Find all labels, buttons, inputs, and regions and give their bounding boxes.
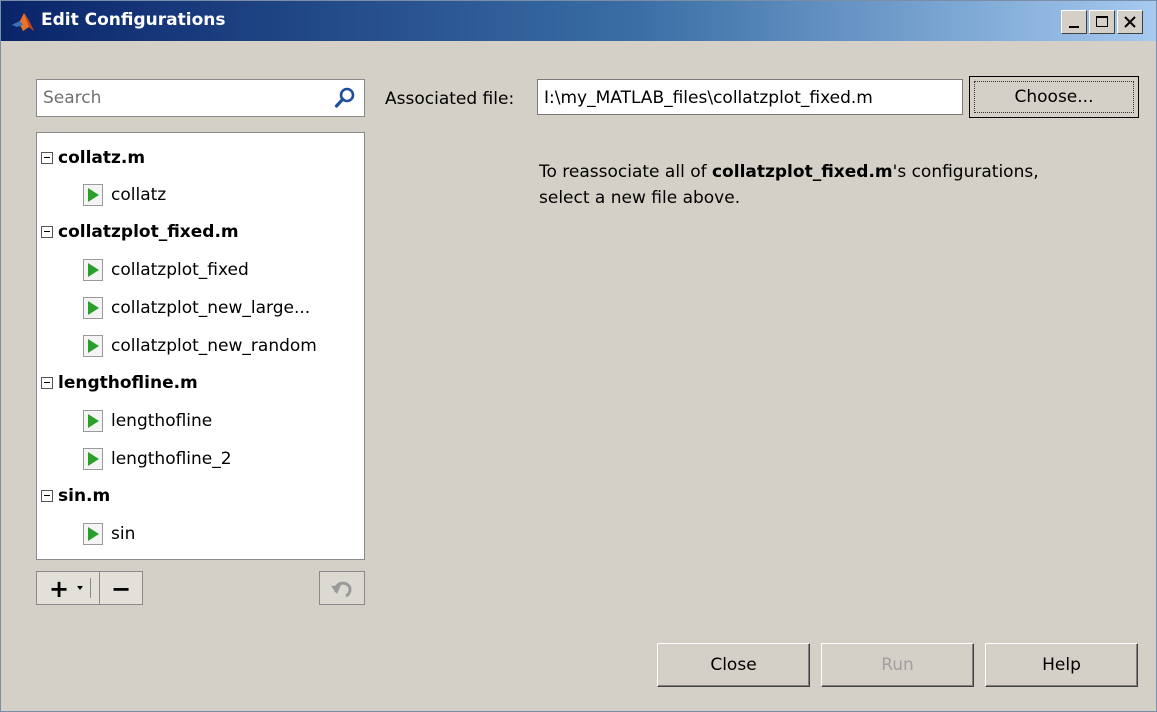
tree-item[interactable]: collatzplot_new_random [83, 330, 317, 362]
group-label: collatz.m [58, 148, 146, 168]
maximize-button[interactable] [1089, 10, 1115, 34]
title-bar[interactable]: Edit Configurations [1, 1, 1156, 41]
info-line2: select a new file above. [539, 188, 741, 208]
undo-button[interactable] [319, 571, 365, 605]
info-suffix: 's configurations, [892, 162, 1039, 182]
run-config-icon [83, 297, 103, 319]
run-config-icon [83, 184, 103, 206]
divider [90, 578, 91, 598]
run-config-icon [83, 410, 103, 432]
reassociate-info: To reassociate all of collatzplot_fixed.… [539, 159, 1129, 211]
item-label: sin [111, 524, 136, 544]
info-filename: collatzplot_fixed.m [711, 162, 893, 182]
dropdown-arrow-icon[interactable] [77, 586, 83, 590]
minus-icon: − [111, 575, 132, 603]
close-icon [1124, 16, 1136, 28]
run-config-icon [83, 523, 103, 545]
run-config-icon [83, 448, 103, 470]
add-configuration-button[interactable]: + [36, 571, 100, 605]
search-input[interactable] [43, 86, 323, 110]
group-label: sin.m [58, 486, 111, 506]
matlab-logo-icon [12, 13, 34, 31]
item-label: lengthofline [111, 411, 213, 431]
item-label: lengthofline_2 [111, 449, 232, 469]
edit-configurations-dialog: Edit Configurations collatz.m collatz [0, 0, 1157, 712]
choose-button[interactable]: Choose... [969, 76, 1139, 118]
tree-group[interactable]: lengthofline.m [41, 368, 198, 398]
item-label: collatz [111, 185, 167, 205]
associated-file-path: I:\my_MATLAB_files\collatzplot_fixed.m [544, 88, 873, 108]
help-button[interactable]: Help [985, 643, 1138, 687]
associated-file-label: Associated file: [385, 89, 515, 109]
item-label: collatzplot_new_random [111, 336, 317, 356]
tree-item[interactable]: collatzplot_new_large... [83, 292, 310, 324]
collapse-icon[interactable] [41, 226, 53, 238]
tree-group[interactable]: collatz.m [41, 143, 145, 173]
run-button[interactable]: Run [821, 643, 974, 687]
plus-icon: + [49, 575, 70, 603]
minimize-icon [1069, 26, 1079, 28]
collapse-icon[interactable] [41, 152, 53, 164]
associated-file-field[interactable]: I:\my_MATLAB_files\collatzplot_fixed.m [537, 79, 963, 115]
tree-item[interactable]: lengthofline_2 [83, 443, 232, 475]
window-title: Edit Configurations [41, 10, 226, 30]
close-button[interactable]: Close [657, 643, 810, 687]
tree-item[interactable]: collatzplot_fixed [83, 254, 249, 286]
maximize-icon [1096, 16, 1108, 27]
tree-group[interactable]: sin.m [41, 481, 110, 511]
choose-button-label: Choose... [974, 81, 1134, 113]
collapse-icon[interactable] [41, 490, 53, 502]
item-label: collatzplot_fixed [111, 260, 249, 280]
info-prefix: To reassociate all of [539, 162, 712, 182]
close-window-button[interactable] [1117, 10, 1143, 34]
search-icon[interactable] [334, 87, 356, 109]
minimize-button[interactable] [1061, 10, 1087, 34]
undo-icon [331, 581, 352, 598]
configurations-tree: collatz.m collatz collatzplot_fixed.m co… [36, 132, 365, 560]
group-label: lengthofline.m [58, 373, 198, 393]
group-label: collatzplot_fixed.m [58, 222, 239, 242]
remove-configuration-button[interactable]: − [99, 571, 143, 605]
collapse-icon[interactable] [41, 377, 53, 389]
run-config-icon [83, 335, 103, 357]
tree-item[interactable]: sin [83, 518, 135, 550]
tree-group[interactable]: collatzplot_fixed.m [41, 217, 239, 247]
search-box [36, 79, 365, 117]
run-config-icon [83, 259, 103, 281]
tree-item[interactable]: collatz [83, 179, 166, 211]
item-label: collatzplot_new_large... [111, 298, 311, 318]
tree-item[interactable]: lengthofline [83, 405, 212, 437]
